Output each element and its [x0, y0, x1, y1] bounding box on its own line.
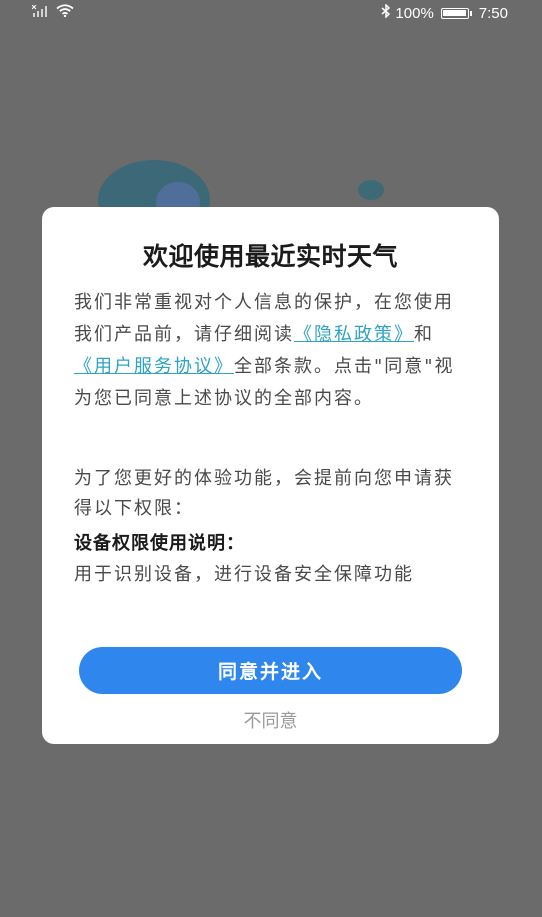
status-right: 100% 7:50 — [381, 3, 508, 22]
clock: 7:50 — [478, 4, 508, 22]
user-service-agreement-link[interactable]: 《用户服务协议》 — [74, 356, 234, 377]
agree-button[interactable]: 同意并进入 — [79, 647, 462, 694]
privacy-dialog: 欢迎使用最近实时天气 我们非常重视对个人信息的保护，在您使用我们产品前，请仔细阅… — [42, 207, 499, 744]
wifi-icon — [56, 4, 74, 21]
permission-intro: 为了您更好的体验功能，会提前向您申请获得以下权限： — [74, 468, 454, 519]
permission-description: 用于识别设备，进行设备安全保障功能 — [74, 564, 414, 585]
bluetooth-icon — [381, 3, 391, 22]
decline-button[interactable]: 不同意 — [42, 707, 499, 733]
status-bar: 100% 7:50 — [0, 0, 542, 26]
battery-percent: 100% — [395, 4, 434, 22]
privacy-policy-link[interactable]: 《隐私政策》 — [294, 324, 414, 345]
policy-text-and: 和 — [414, 324, 434, 345]
status-left — [31, 4, 74, 21]
app-screen: 100% 7:50 欢迎使用最近实时天气 我们非常重视对个人信息的保护，在您使用… — [0, 0, 542, 917]
permission-title: 设备权限使用说明： — [74, 533, 245, 554]
dialog-title: 欢迎使用最近实时天气 — [142, 242, 398, 271]
policy-text: 我们非常重视对个人信息的保护，在您使用我们产品前，请仔细阅读《隐私政策》和《用户… — [74, 287, 469, 415]
decorative-dot — [358, 180, 384, 200]
battery-icon — [440, 7, 472, 19]
signal-icon — [31, 4, 50, 21]
